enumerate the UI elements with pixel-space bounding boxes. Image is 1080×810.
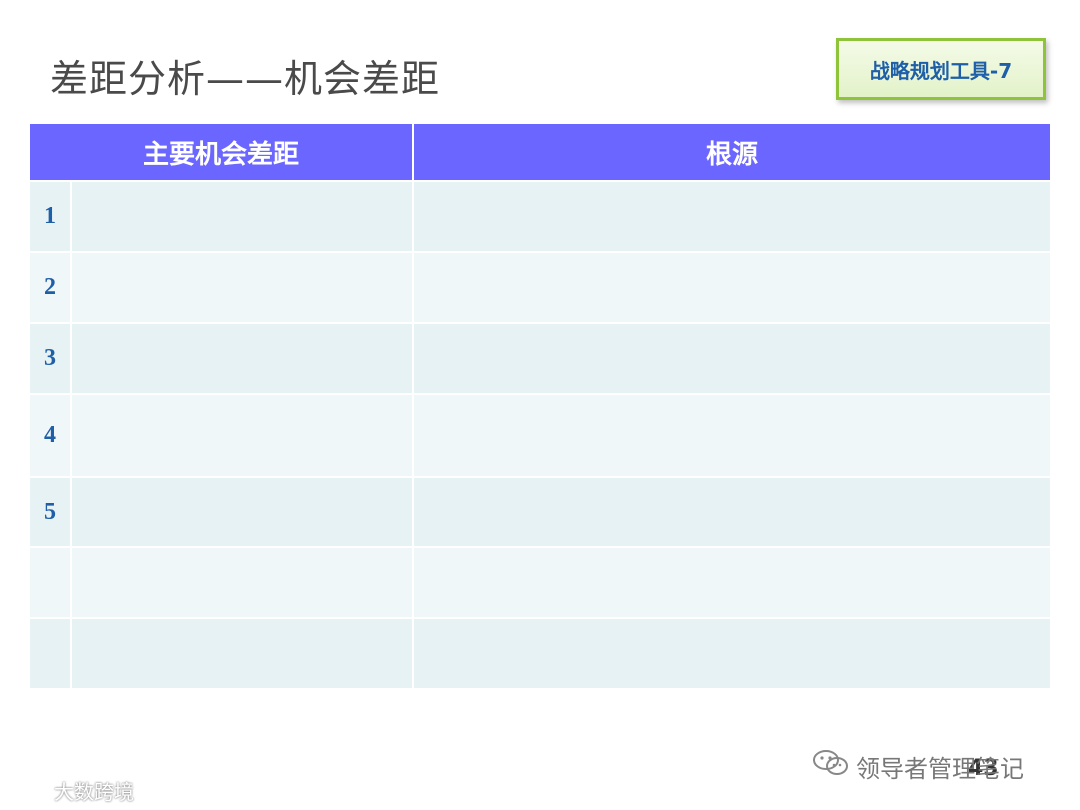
watermark-logo-icon — [8, 777, 48, 804]
gap-cell[interactable] — [72, 324, 414, 393]
slide-title: 差距分析——机会差距 — [50, 57, 441, 101]
row-number: 2 — [30, 253, 72, 322]
tool-badge-label: 战略规划工具-7 — [869, 58, 1013, 83]
table-row: 4 — [30, 395, 1050, 476]
gap-cell[interactable] — [72, 395, 414, 476]
row-number: 3 — [30, 324, 72, 393]
row-number — [30, 548, 72, 617]
row-number: 4 — [30, 395, 72, 476]
gap-cell[interactable] — [72, 619, 414, 688]
root-cause-cell[interactable] — [414, 324, 1050, 393]
root-cause-cell[interactable] — [414, 395, 1050, 476]
gap-analysis-table: 主要机会差距 根源 1 2 3 4 5 — [30, 124, 1050, 688]
gap-cell[interactable] — [72, 548, 414, 617]
header-root-cause: 根源 — [414, 124, 1050, 180]
table-row — [30, 548, 1050, 617]
root-cause-cell[interactable] — [414, 182, 1050, 251]
table-row: 3 — [30, 324, 1050, 393]
row-number: 5 — [30, 478, 72, 546]
table-row: 5 — [30, 478, 1050, 546]
gap-cell[interactable] — [72, 182, 414, 251]
gap-cell[interactable] — [72, 253, 414, 322]
table-row: 2 — [30, 253, 1050, 322]
root-cause-cell[interactable] — [414, 619, 1050, 688]
table-header: 主要机会差距 根源 — [30, 124, 1050, 180]
root-cause-cell[interactable] — [414, 478, 1050, 546]
tool-badge: 战略规划工具-7 — [836, 38, 1046, 100]
watermark-right-label: 领导者管理笔记 — [856, 754, 1024, 783]
table-row: 1 — [30, 182, 1050, 251]
row-number: 1 — [30, 182, 72, 251]
gap-cell[interactable] — [72, 478, 414, 546]
watermark-right: 领导者管理笔记 — [812, 748, 1024, 784]
watermark-left: 大数跨境 — [8, 776, 134, 805]
header-main-gap: 主要机会差距 — [30, 124, 414, 180]
row-number — [30, 619, 72, 688]
table-row — [30, 619, 1050, 688]
root-cause-cell[interactable] — [414, 548, 1050, 617]
root-cause-cell[interactable] — [414, 253, 1050, 322]
watermark-left-label: 大数跨境 — [54, 780, 134, 804]
wechat-icon — [812, 748, 850, 784]
